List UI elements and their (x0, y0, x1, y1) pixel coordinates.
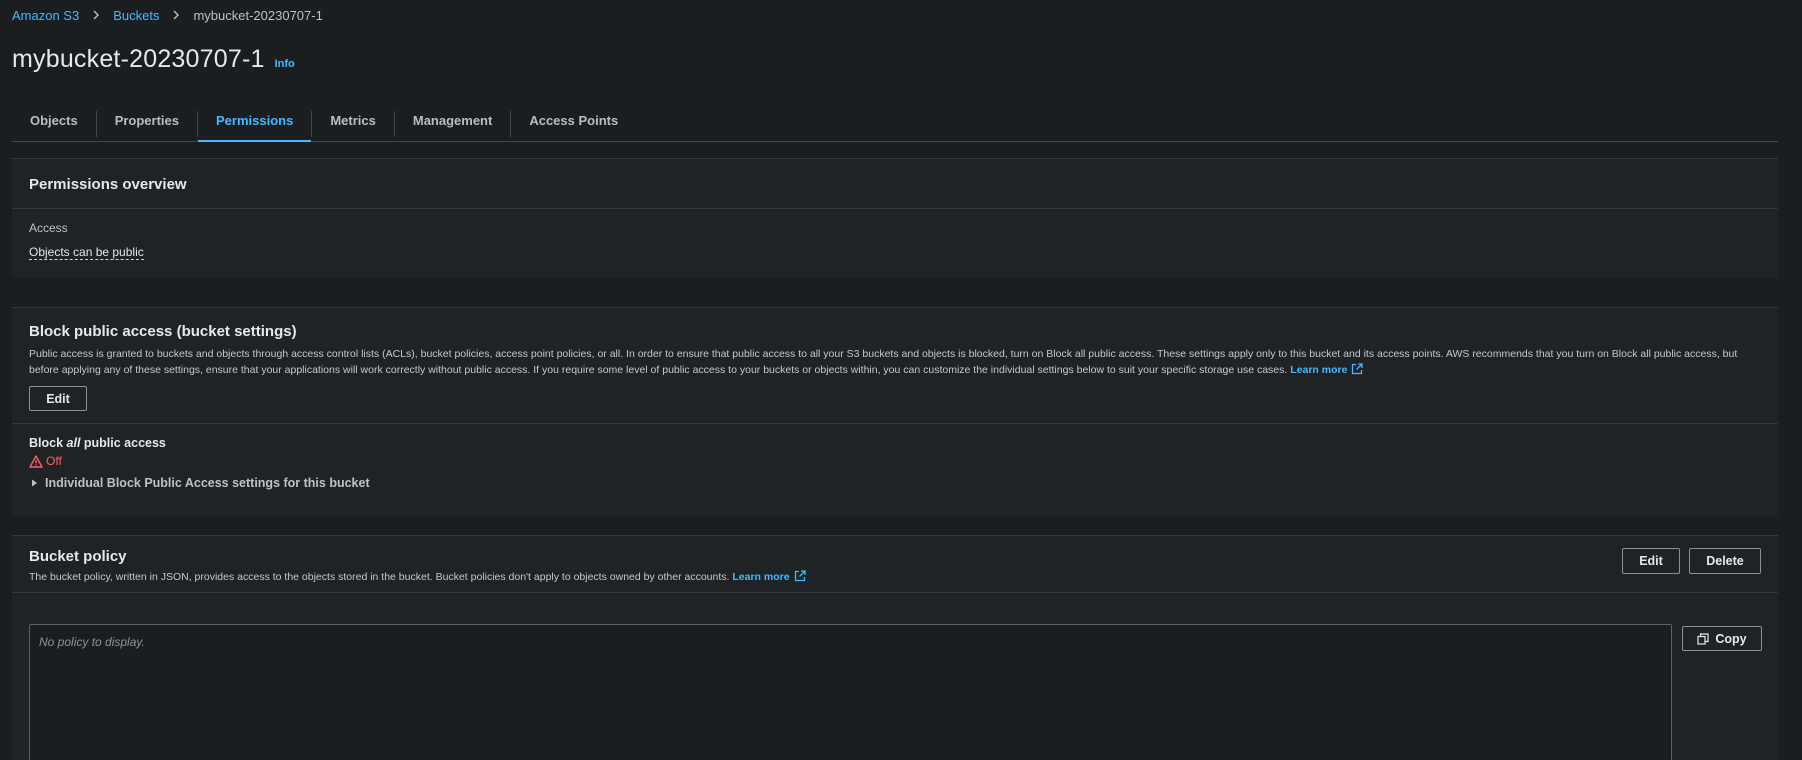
block-all-status: Off (29, 454, 1761, 468)
tab-management[interactable]: Management (395, 100, 510, 141)
page-header: mybucket-20230707-1 Info (12, 45, 295, 74)
individual-settings-expander[interactable]: Individual Block Public Access settings … (29, 476, 1761, 490)
block-public-access-edit-button[interactable]: Edit (29, 386, 87, 411)
copy-button[interactable]: Copy (1682, 626, 1762, 651)
tab-metrics[interactable]: Metrics (312, 100, 394, 141)
access-value[interactable]: Objects can be public (29, 245, 144, 260)
bucket-policy-edit-button[interactable]: Edit (1622, 548, 1680, 574)
breadcrumb-current: mybucket-20230707-1 (193, 7, 323, 23)
tab-permissions[interactable]: Permissions (198, 100, 312, 142)
breadcrumb-amazon-s3[interactable]: Amazon S3 (12, 8, 79, 23)
tab-properties[interactable]: Properties (97, 100, 197, 141)
bucket-policy-actions: Edit Delete (1622, 548, 1761, 574)
bucket-policy-description-text: The bucket policy, written in JSON, prov… (29, 571, 730, 583)
block-public-access-title: Block public access (bucket settings) (29, 323, 297, 340)
policy-empty-text: No policy to display. (39, 635, 145, 649)
bucket-policy-delete-button[interactable]: Delete (1689, 548, 1761, 574)
access-label: Access (29, 221, 68, 235)
block-public-access-panel: Block public access (bucket settings) Pu… (12, 307, 1778, 516)
permissions-overview-panel: Permissions overview Access Objects can … (12, 158, 1778, 278)
bucket-policy-panel: Bucket policy The bucket policy, written… (12, 535, 1778, 760)
block-all-suffix: public access (80, 436, 166, 450)
description-text: Public access is granted to buckets and … (29, 348, 1738, 376)
bucket-policy-description: The bucket policy, written in JSON, prov… (29, 569, 1761, 585)
page-title: mybucket-20230707-1 (12, 45, 265, 73)
policy-viewer[interactable]: No policy to display. (29, 624, 1672, 760)
external-link-icon (1352, 363, 1364, 375)
copy-label: Copy (1715, 631, 1747, 646)
block-all-prefix: Block (29, 436, 67, 450)
info-link[interactable]: Info (275, 58, 295, 70)
learn-more-link[interactable]: Learn more (1290, 363, 1364, 376)
breadcrumb: Amazon S3 Buckets mybucket-20230707-1 (12, 6, 323, 24)
chevron-right-icon (93, 10, 100, 20)
warning-icon (29, 454, 43, 468)
bucket-policy-learn-more-link[interactable]: Learn more (732, 570, 806, 583)
tab-bar: Objects Properties Permissions Metrics M… (12, 100, 1778, 142)
permissions-overview-title: Permissions overview (29, 176, 187, 193)
status-text: Off (46, 454, 62, 468)
block-all-emph: all (66, 436, 81, 450)
panel-divider (12, 592, 1778, 593)
block-public-access-description: Public access is granted to buckets and … (29, 346, 1761, 378)
breadcrumb-buckets[interactable]: Buckets (113, 8, 159, 23)
external-link-icon (794, 570, 806, 582)
expander-label: Individual Block Public Access settings … (45, 476, 370, 490)
copy-icon (1697, 632, 1709, 645)
chevron-right-icon (173, 10, 180, 20)
tab-objects[interactable]: Objects (12, 100, 96, 141)
block-all-public-access-label: Block all public access (29, 436, 1761, 450)
bucket-policy-title: Bucket policy (29, 548, 127, 565)
tab-access-points[interactable]: Access Points (511, 100, 636, 141)
caret-right-icon (32, 479, 37, 487)
learn-more-label: Learn more (732, 571, 790, 583)
learn-more-label: Learn more (1290, 364, 1348, 376)
